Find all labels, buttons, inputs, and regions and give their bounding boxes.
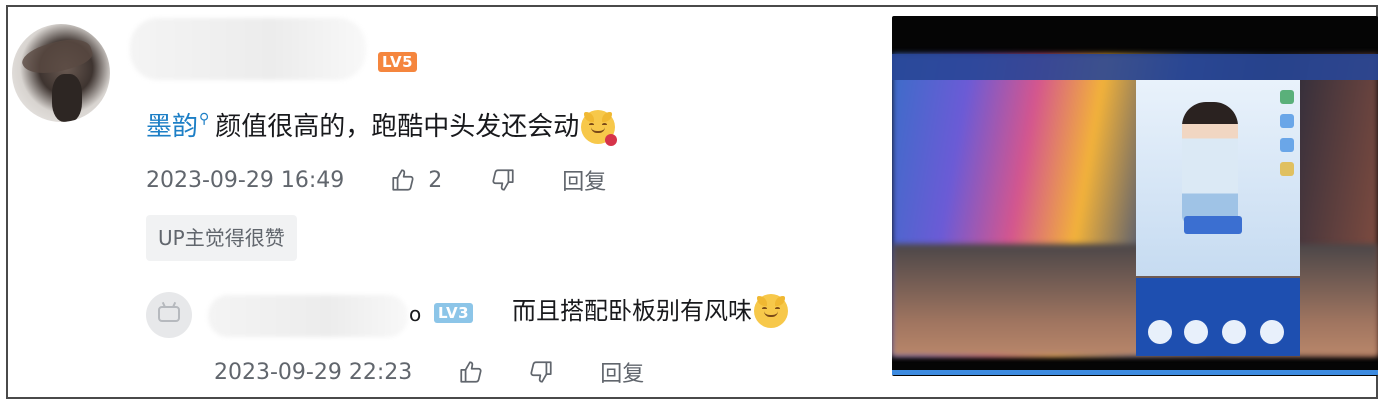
search-icon[interactable]: ⚲ — [199, 100, 209, 138]
reply-content: 而且搭配卧板别有风味 — [512, 292, 788, 330]
tool-icon — [1184, 320, 1208, 344]
video-progress-bar — [892, 370, 1378, 375]
reply-button[interactable]: 回复 — [600, 356, 644, 388]
smiling-cat-emoji-icon — [754, 294, 788, 328]
side-icon — [1280, 138, 1294, 152]
comment-meta: 2023-09-29 16:49 2 回复 — [146, 164, 606, 196]
thumbs-down-icon[interactable] — [488, 165, 518, 195]
reply-meta: 2023-09-29 22:23 回复 — [214, 356, 644, 388]
side-icon — [1280, 90, 1294, 104]
side-icon — [1280, 114, 1294, 128]
user-avatar[interactable] — [12, 24, 110, 122]
tool-icon — [1222, 320, 1246, 344]
game-button — [1184, 216, 1242, 234]
character-figure — [1182, 102, 1238, 224]
tool-icon — [1260, 320, 1284, 344]
up-liked-tag: UP主觉得很赞 — [146, 215, 297, 261]
blurred-reply-username[interactable] — [208, 295, 408, 337]
reply-text: 而且搭配卧板别有风味 — [512, 297, 752, 325]
reply-button[interactable]: 回复 — [562, 164, 606, 196]
tv-icon — [158, 306, 180, 322]
mention-link[interactable]: 墨韵 — [146, 108, 198, 146]
like-count: 2 — [428, 167, 443, 193]
game-screenshot-image — [892, 16, 1378, 376]
game-toolbar — [1136, 278, 1300, 356]
game-top-bar — [892, 54, 1378, 80]
avatar-hair — [19, 31, 95, 83]
smiling-cat-emoji-icon — [581, 110, 618, 146]
thumbs-down-icon[interactable] — [526, 357, 556, 387]
blurred-floor — [892, 244, 1378, 356]
blurred-username[interactable] — [130, 18, 366, 80]
reply-avatar[interactable] — [146, 292, 192, 338]
reply-username-suffix: o — [409, 302, 422, 326]
thumbs-up-icon[interactable] — [456, 357, 486, 387]
home-icon — [1148, 320, 1172, 344]
comment-content: 墨韵 ⚲ 颜值很高的，跑酷中头发还会动 — [146, 108, 618, 146]
comment-text: 颜值很高的，跑酷中头发还会动 — [215, 112, 580, 142]
side-icon — [1280, 162, 1294, 176]
level-badge: LV5 — [378, 52, 418, 72]
avatar-figure — [52, 74, 82, 122]
reply-timestamp: 2023-09-29 22:23 — [214, 359, 413, 385]
reply-level-badge: LV3 — [434, 303, 474, 323]
comment-timestamp: 2023-09-29 16:49 — [146, 167, 345, 193]
thumbs-up-icon[interactable] — [388, 165, 418, 195]
